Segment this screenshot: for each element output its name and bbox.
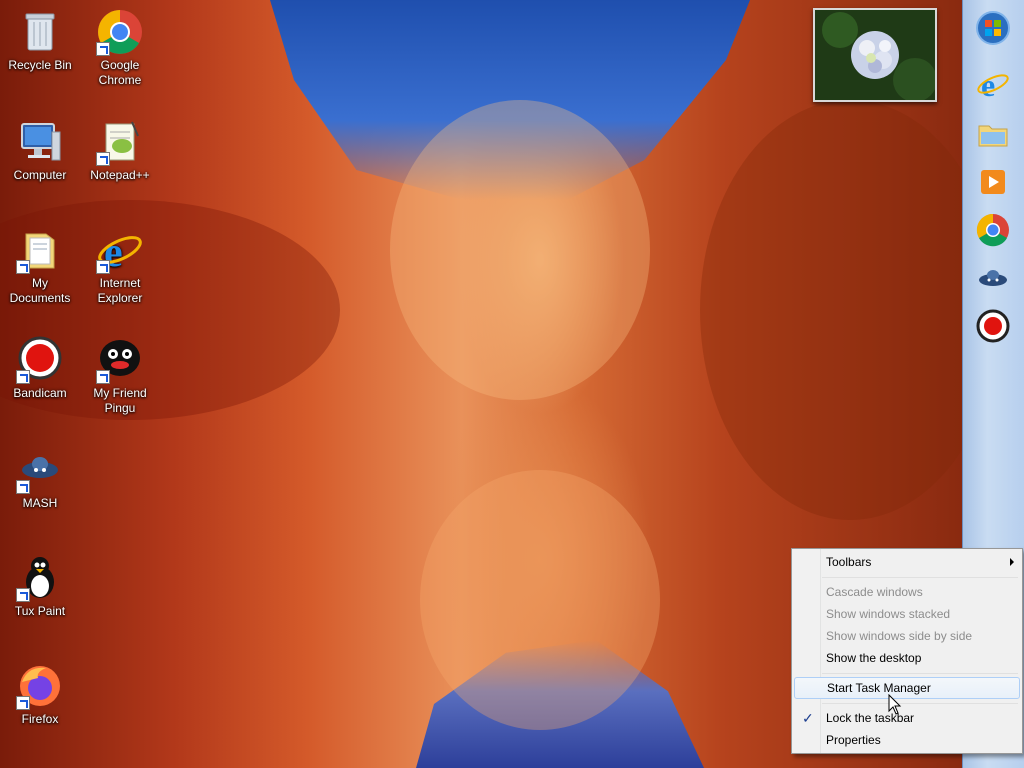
- icon-label: Bandicam: [13, 386, 67, 400]
- rock-streak: [390, 100, 650, 400]
- menu-item-label: Start Task Manager: [827, 681, 931, 695]
- taskbar-context-menu: Toolbars Cascade windows Show windows st…: [791, 548, 1023, 754]
- firefox-icon: [16, 662, 64, 710]
- desktop-icon-notepad-plus-plus[interactable]: Notepad++: [82, 118, 158, 183]
- notepad-plus-plus-icon: [96, 118, 144, 166]
- desktop-icon-firefox[interactable]: Firefox: [2, 662, 78, 727]
- desktop-icon-mash[interactable]: MASH: [2, 446, 78, 511]
- shortcut-arrow-icon: [16, 696, 30, 710]
- icon-label: Recycle Bin: [8, 58, 72, 72]
- start-button[interactable]: [975, 10, 1011, 46]
- menu-separator: [822, 703, 1018, 704]
- checkmark-icon: ✓: [802, 710, 814, 726]
- icon-label: Internet Explorer: [97, 276, 143, 305]
- shortcut-arrow-icon: [96, 370, 110, 384]
- documents-folder-icon: [16, 226, 64, 274]
- menu-item-show-windows-stacked[interactable]: Show windows stacked: [794, 603, 1020, 625]
- rock-streak: [420, 470, 660, 730]
- chrome-icon: [976, 213, 1009, 247]
- menu-item-label: Cascade windows: [826, 585, 923, 599]
- chrome-icon: [96, 8, 144, 56]
- menu-item-label: Show the desktop: [826, 651, 922, 665]
- tux-paint-icon: [16, 554, 64, 602]
- recycle-bin-icon: [16, 8, 64, 56]
- menu-item-lock-the-taskbar[interactable]: ✓ Lock the taskbar: [794, 707, 1020, 729]
- desktop-icon-google-chrome[interactable]: Google Chrome: [82, 8, 158, 88]
- icon-label: Google Chrome: [98, 58, 142, 87]
- taskbar-bandicam[interactable]: [975, 308, 1011, 344]
- menu-item-label: Show windows side by side: [826, 629, 973, 643]
- menu-item-cascade-windows[interactable]: Cascade windows: [794, 581, 1020, 603]
- desktop-icon-computer[interactable]: Computer: [2, 118, 78, 183]
- internet-explorer-icon: e: [96, 226, 144, 276]
- internet-explorer-icon: e: [977, 67, 1009, 103]
- mouse-cursor-icon: [888, 694, 902, 715]
- menu-item-show-the-desktop[interactable]: Show the desktop: [794, 647, 1020, 669]
- taskbar-file-explorer[interactable]: [975, 116, 1011, 152]
- menu-item-start-task-manager[interactable]: Start Task Manager: [794, 677, 1020, 699]
- submenu-arrow-icon: [1010, 558, 1014, 566]
- shortcut-arrow-icon: [16, 480, 30, 494]
- mash-icon: [16, 446, 64, 494]
- desktop-icon-my-friend-pingu[interactable]: My Friend Pingu: [82, 336, 158, 416]
- shortcut-arrow-icon: [16, 588, 30, 602]
- shortcut-arrow-icon: [16, 370, 30, 384]
- taskbar-internet-explorer[interactable]: e: [975, 66, 1011, 103]
- menu-item-label: Toolbars: [826, 555, 872, 569]
- icon-label: My Friend Pingu: [93, 386, 147, 415]
- icon-label: My Documents: [9, 276, 71, 305]
- desktop-icon-internet-explorer[interactable]: e Internet Explorer: [82, 226, 158, 306]
- menu-separator: [822, 577, 1018, 578]
- svg-text:e: e: [981, 67, 995, 102]
- taskbar-chrome[interactable]: [975, 212, 1011, 248]
- shortcut-arrow-icon: [96, 152, 110, 166]
- desktop-icon-bandicam[interactable]: Bandicam: [2, 336, 78, 401]
- start-orb-icon: [976, 11, 1010, 45]
- icon-label: Tux Paint: [14, 604, 66, 618]
- menu-item-toolbars[interactable]: Toolbars: [794, 551, 1020, 573]
- media-player-icon: [981, 170, 1005, 194]
- bandicam-icon: [16, 336, 64, 384]
- mash-icon: [979, 270, 1007, 286]
- icon-label: Computer: [13, 168, 67, 182]
- icon-label: Notepad++: [90, 168, 150, 182]
- menu-item-properties[interactable]: Properties: [794, 729, 1020, 751]
- menu-item-show-windows-side-by-side[interactable]: Show windows side by side: [794, 625, 1020, 647]
- menu-separator: [822, 673, 1018, 674]
- desktop-icon-tux-paint[interactable]: Tux Paint: [2, 554, 78, 619]
- menu-item-label: Show windows stacked: [826, 607, 951, 621]
- desktop-icon-recycle-bin[interactable]: Recycle Bin: [2, 8, 78, 73]
- file-explorer-icon: [978, 125, 1008, 147]
- shortcut-arrow-icon: [96, 260, 110, 274]
- desktop-icon-my-documents[interactable]: My Documents: [2, 226, 78, 306]
- taskbar-mash[interactable]: [975, 260, 1011, 296]
- taskbar-media-player[interactable]: [975, 164, 1011, 200]
- bandicam-icon: [976, 309, 1010, 343]
- computer-icon: [16, 118, 64, 166]
- menu-item-label: Properties: [826, 733, 881, 747]
- pingu-icon: [96, 336, 144, 384]
- photo-gadget[interactable]: [813, 8, 937, 102]
- rock-streak: [700, 100, 962, 520]
- hydrangea-photo: [815, 10, 937, 102]
- icon-label: MASH: [22, 496, 58, 510]
- shortcut-arrow-icon: [96, 42, 110, 56]
- shortcut-arrow-icon: [16, 260, 30, 274]
- icon-label: Firefox: [21, 712, 59, 726]
